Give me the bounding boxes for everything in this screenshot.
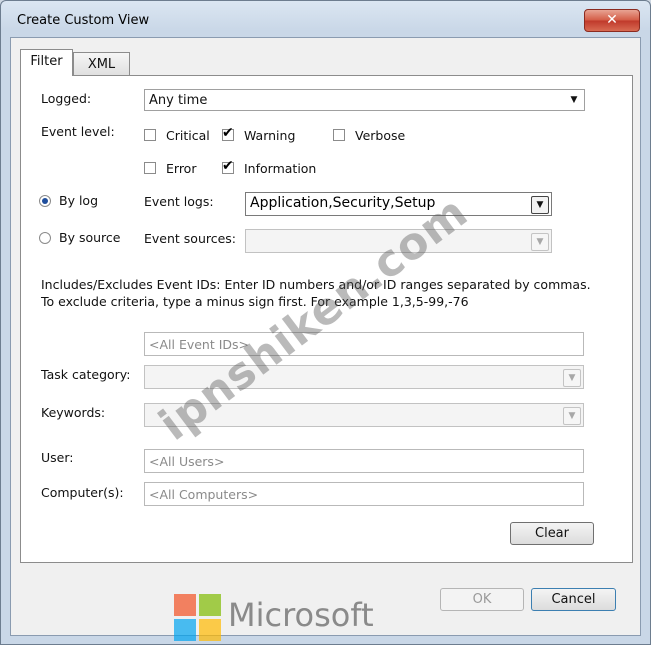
by-log-radio[interactable] bbox=[39, 195, 51, 207]
logged-value: Any time bbox=[149, 93, 208, 108]
logged-label: Logged: bbox=[41, 91, 92, 106]
cancel-button[interactable]: Cancel bbox=[531, 588, 616, 611]
computer-input[interactable]: <All Computers> bbox=[144, 482, 584, 506]
keywords-label: Keywords: bbox=[41, 405, 106, 420]
event-logs-label: Event logs: bbox=[144, 194, 214, 209]
event-level-label: Event level: bbox=[41, 124, 115, 139]
information-label: Information bbox=[244, 161, 317, 176]
tab-xml[interactable]: XML bbox=[73, 52, 130, 77]
warning-label: Warning bbox=[244, 128, 296, 143]
chevron-down-icon: ▼ bbox=[563, 369, 581, 387]
logged-select[interactable]: Any time ▼ bbox=[144, 89, 585, 111]
logo-square-blue bbox=[174, 619, 196, 641]
error-label: Error bbox=[166, 161, 197, 176]
logo-square-yellow bbox=[199, 619, 221, 641]
warning-checkbox[interactable] bbox=[222, 125, 234, 141]
microsoft-logo-icon bbox=[174, 594, 222, 642]
microsoft-brand-text: Microsoft bbox=[228, 596, 374, 634]
chevron-down-icon: ▼ bbox=[570, 95, 578, 105]
close-button[interactable]: ✕ bbox=[584, 9, 640, 32]
user-label: User: bbox=[41, 450, 74, 465]
event-sources-label: Event sources: bbox=[144, 231, 237, 246]
by-source-label: By source bbox=[59, 230, 121, 245]
chevron-down-icon: ▼ bbox=[531, 233, 549, 251]
event-logs-select[interactable]: Application,Security,Setup ▼ bbox=[245, 192, 552, 216]
critical-label: Critical bbox=[166, 128, 210, 143]
tab-filter[interactable]: Filter bbox=[20, 49, 73, 76]
logo-square-red bbox=[174, 594, 196, 616]
event-ids-input[interactable]: <All Event IDs> bbox=[144, 332, 584, 356]
event-logs-value: Application,Security,Setup bbox=[250, 195, 436, 211]
task-category-label: Task category: bbox=[41, 367, 131, 382]
by-log-label: By log bbox=[59, 193, 99, 208]
window-title: Create Custom View bbox=[17, 13, 150, 28]
logo-square-green bbox=[199, 594, 221, 616]
clear-button[interactable]: Clear bbox=[510, 522, 594, 545]
user-input[interactable]: <All Users> bbox=[144, 449, 584, 473]
close-icon: ✕ bbox=[606, 12, 618, 28]
verbose-label: Verbose bbox=[355, 128, 406, 143]
ok-button[interactable]: OK bbox=[440, 588, 524, 611]
computer-label: Computer(s): bbox=[41, 485, 124, 500]
critical-checkbox[interactable] bbox=[144, 129, 156, 141]
error-checkbox[interactable] bbox=[144, 162, 156, 174]
verbose-checkbox[interactable] bbox=[333, 129, 345, 141]
by-source-radio[interactable] bbox=[39, 232, 51, 244]
chevron-down-icon[interactable]: ▼ bbox=[531, 196, 549, 214]
chevron-down-icon: ▼ bbox=[563, 407, 581, 425]
information-checkbox[interactable] bbox=[222, 158, 234, 174]
